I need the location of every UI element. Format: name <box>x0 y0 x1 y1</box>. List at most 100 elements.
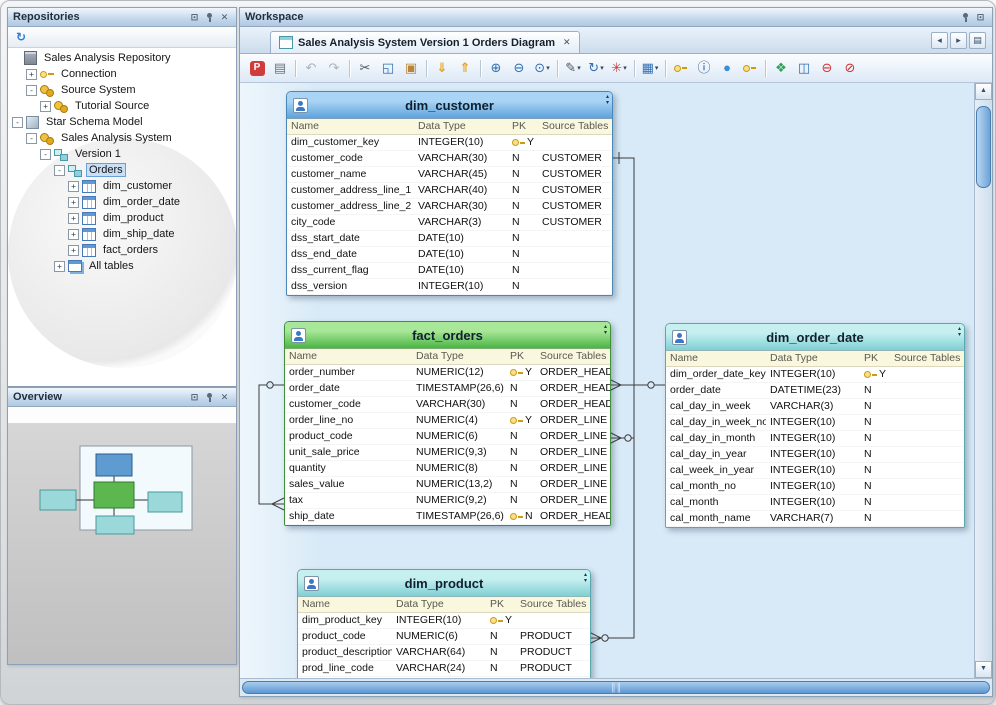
entity-fact_orders[interactable]: fact_orders▴▾NameData TypePKSource Table… <box>284 321 611 526</box>
paste-icon[interactable]: ▣ <box>400 58 422 79</box>
print-icon[interactable]: ▤ <box>269 58 291 79</box>
overview-area[interactable] <box>8 424 236 665</box>
entity-collapse-icon[interactable]: ▴▾ <box>606 94 609 106</box>
refresh-icon[interactable]: ↻ <box>12 29 30 45</box>
tree-expander-icon[interactable]: + <box>26 69 37 80</box>
tree-expander-icon[interactable]: + <box>40 101 51 112</box>
vertical-scroll-track[interactable] <box>975 100 992 661</box>
entity-attribute-row[interactable]: customer_address_line_2VARCHAR(30)NCUSTO… <box>287 199 612 215</box>
tree-expander-icon[interactable]: - <box>26 85 37 96</box>
repositories-titlebar[interactable]: Repositories ⊡ ✕ <box>8 8 236 27</box>
dropdown-caret-icon[interactable]: ▾ <box>577 64 581 72</box>
tree-expander-icon[interactable]: - <box>26 133 37 144</box>
entity-attribute-row[interactable]: cal_month_noINTEGER(10)N <box>666 479 964 495</box>
line-style-icon[interactable]: ✎▾ <box>562 58 584 79</box>
tree-item-connection[interactable]: +Connection <box>8 66 236 82</box>
float-icon[interactable]: ⊡ <box>188 11 201 24</box>
entity-attribute-row[interactable]: order_dateDATETIME(23)N <box>666 383 964 399</box>
scatter-layout-icon[interactable]: ✳▾ <box>608 58 630 79</box>
zoom-out-icon[interactable]: ⊖ <box>508 58 530 79</box>
undo-icon[interactable]: ↶ <box>300 58 322 79</box>
tab-list-icon[interactable]: ▤ <box>969 32 986 49</box>
tree-item-all-tables[interactable]: +All tables <box>8 258 236 274</box>
move-up-icon[interactable]: ⇑ <box>454 58 476 79</box>
float-icon[interactable]: ⊡ <box>974 11 987 24</box>
horizontal-scrollbar[interactable]: ║║ <box>240 678 992 696</box>
find-key-icon[interactable] <box>739 58 761 79</box>
move-down-icon[interactable]: ⇓ <box>431 58 453 79</box>
tree-item-orders[interactable]: -Orders <box>8 162 236 178</box>
pin-icon[interactable] <box>203 11 216 24</box>
pin-icon[interactable] <box>959 11 972 24</box>
cut-icon[interactable]: ✂ <box>354 58 376 79</box>
entity-dim_order_date[interactable]: dim_order_date▴▾NameData TypePKSource Ta… <box>665 323 965 528</box>
pin-icon[interactable] <box>203 391 216 404</box>
tree-item-source-system[interactable]: -Source System <box>8 82 236 98</box>
entity-attribute-row[interactable]: product_descriptionVARCHAR(64)NPRODUCT <box>298 645 590 661</box>
entity-attribute-row[interactable]: dim_order_date_keyINTEGER(10)Y <box>666 367 964 383</box>
zoom-select-icon[interactable]: ⊙▾ <box>531 58 553 79</box>
tab-orders-diagram[interactable]: Sales Analysis System Version 1 Orders D… <box>270 31 580 53</box>
entity-attribute-row[interactable]: order_line_noNUMERIC(4)YORDER_LINE <box>285 413 610 429</box>
export-pdf-icon[interactable]: P <box>246 58 268 79</box>
entity-attribute-row[interactable]: customer_codeVARCHAR(30)NCUSTOMER <box>287 151 612 167</box>
repository-tree[interactable]: Sales Analysis Repository+Connection-Sou… <box>8 48 236 387</box>
entity-header[interactable]: dim_order_date▴▾ <box>666 324 964 351</box>
entity-attribute-row[interactable]: cal_day_in_monthINTEGER(10)N <box>666 431 964 447</box>
auto-layout-icon[interactable]: ↻▾ <box>585 58 607 79</box>
entity-attribute-row[interactable]: dim_product_keyINTEGER(10)Y <box>298 613 590 629</box>
entity-attribute-row[interactable]: cal_week_in_yearINTEGER(10)N <box>666 463 964 479</box>
validate-icon[interactable]: ⊖ <box>816 58 838 79</box>
horizontal-scroll-thumb[interactable]: ║║ <box>242 681 990 694</box>
tree-item-star-schema-model[interactable]: -Star Schema Model <box>8 114 236 130</box>
tree-item-dim-product[interactable]: +dim_product <box>8 210 236 226</box>
dropdown-caret-icon[interactable]: ▾ <box>600 64 604 72</box>
tree-item-tutorial-source[interactable]: +Tutorial Source <box>8 98 236 114</box>
entity-attribute-row[interactable]: order_dateTIMESTAMP(26,6)NORDER_HEADER <box>285 381 610 397</box>
entity-attribute-row[interactable]: dss_versionINTEGER(10)N <box>287 279 612 295</box>
diagram-canvas[interactable]: dim_customer▴▾NameData TypePKSource Tabl… <box>240 83 974 678</box>
tree-item-dim-customer[interactable]: +dim_customer <box>8 178 236 194</box>
tree-expander-icon[interactable]: + <box>68 229 79 240</box>
tree-expander-icon[interactable]: - <box>54 165 65 176</box>
model-compare-icon[interactable]: ◫ <box>793 58 815 79</box>
tree-expander-icon[interactable]: + <box>68 197 79 208</box>
entity-attribute-row[interactable]: customer_nameVARCHAR(45)NCUSTOMER <box>287 167 612 183</box>
entity-attribute-row[interactable]: order_numberNUMERIC(12)YORDER_HEADER <box>285 365 610 381</box>
entity-attribute-row[interactable]: unit_sale_priceNUMERIC(9,3)NORDER_LINE <box>285 445 610 461</box>
tree-expander-icon[interactable]: + <box>54 261 65 272</box>
entity-dim_customer[interactable]: dim_customer▴▾NameData TypePKSource Tabl… <box>286 91 613 296</box>
info-icon[interactable]: ⓘ <box>693 58 715 79</box>
tree-item-version-1[interactable]: -Version 1 <box>8 146 236 162</box>
entity-attribute-row[interactable]: customer_address_line_1VARCHAR(40)NCUSTO… <box>287 183 612 199</box>
tree-expander-icon[interactable]: + <box>68 245 79 256</box>
vertical-scroll-thumb[interactable] <box>976 106 991 188</box>
entity-collapse-icon[interactable]: ▴▾ <box>584 572 587 584</box>
globe-icon[interactable]: ● <box>716 58 738 79</box>
overview-titlebar[interactable]: Overview ⊡ ✕ <box>8 388 236 407</box>
scroll-down-icon[interactable]: ▼ <box>975 661 992 678</box>
stop-icon[interactable]: ⊘ <box>839 58 861 79</box>
tree-expander-icon[interactable]: + <box>68 181 79 192</box>
entity-attribute-row[interactable]: product_codeNUMERIC(6)NPRODUCT <box>298 629 590 645</box>
workspace-titlebar[interactable]: Workspace ⊡ <box>240 8 992 27</box>
entity-attribute-row[interactable]: prod_line_codeVARCHAR(24)NPRODUCT <box>298 661 590 677</box>
entity-attribute-row[interactable]: cal_month_nameVARCHAR(7)N <box>666 511 964 527</box>
dropdown-caret-icon[interactable]: ▾ <box>623 64 627 72</box>
entity-attribute-row[interactable]: cal_day_in_weekVARCHAR(3)N <box>666 399 964 415</box>
entity-attribute-row[interactable]: quantityNUMERIC(8)NORDER_LINE <box>285 461 610 477</box>
entity-attribute-row[interactable]: dss_end_dateDATE(10)N <box>287 247 612 263</box>
entity-attribute-row[interactable]: dim_customer_keyINTEGER(10)Y <box>287 135 612 151</box>
tree-expander-icon[interactable]: - <box>40 149 51 160</box>
dropdown-caret-icon[interactable]: ▾ <box>546 64 550 72</box>
entity-header[interactable]: dim_product▴▾ <box>298 570 590 597</box>
overview-thumbnail[interactable] <box>18 432 214 582</box>
entity-attribute-row[interactable]: sales_valueNUMERIC(13,2)NORDER_LINE <box>285 477 610 493</box>
entity-header[interactable]: fact_orders▴▾ <box>285 322 610 349</box>
grid-view-icon[interactable]: ▦▾ <box>639 58 661 79</box>
entity-attribute-row[interactable]: ship_dateTIMESTAMP(26,6)NORDER_HEADER <box>285 509 610 525</box>
entity-attribute-row[interactable]: taxNUMERIC(9,2)NORDER_LINE <box>285 493 610 509</box>
entity-attribute-row[interactable]: product_codeNUMERIC(6)NORDER_LINE <box>285 429 610 445</box>
close-icon[interactable]: ✕ <box>218 11 231 24</box>
entity-attribute-row[interactable]: cal_monthINTEGER(10)N <box>666 495 964 511</box>
